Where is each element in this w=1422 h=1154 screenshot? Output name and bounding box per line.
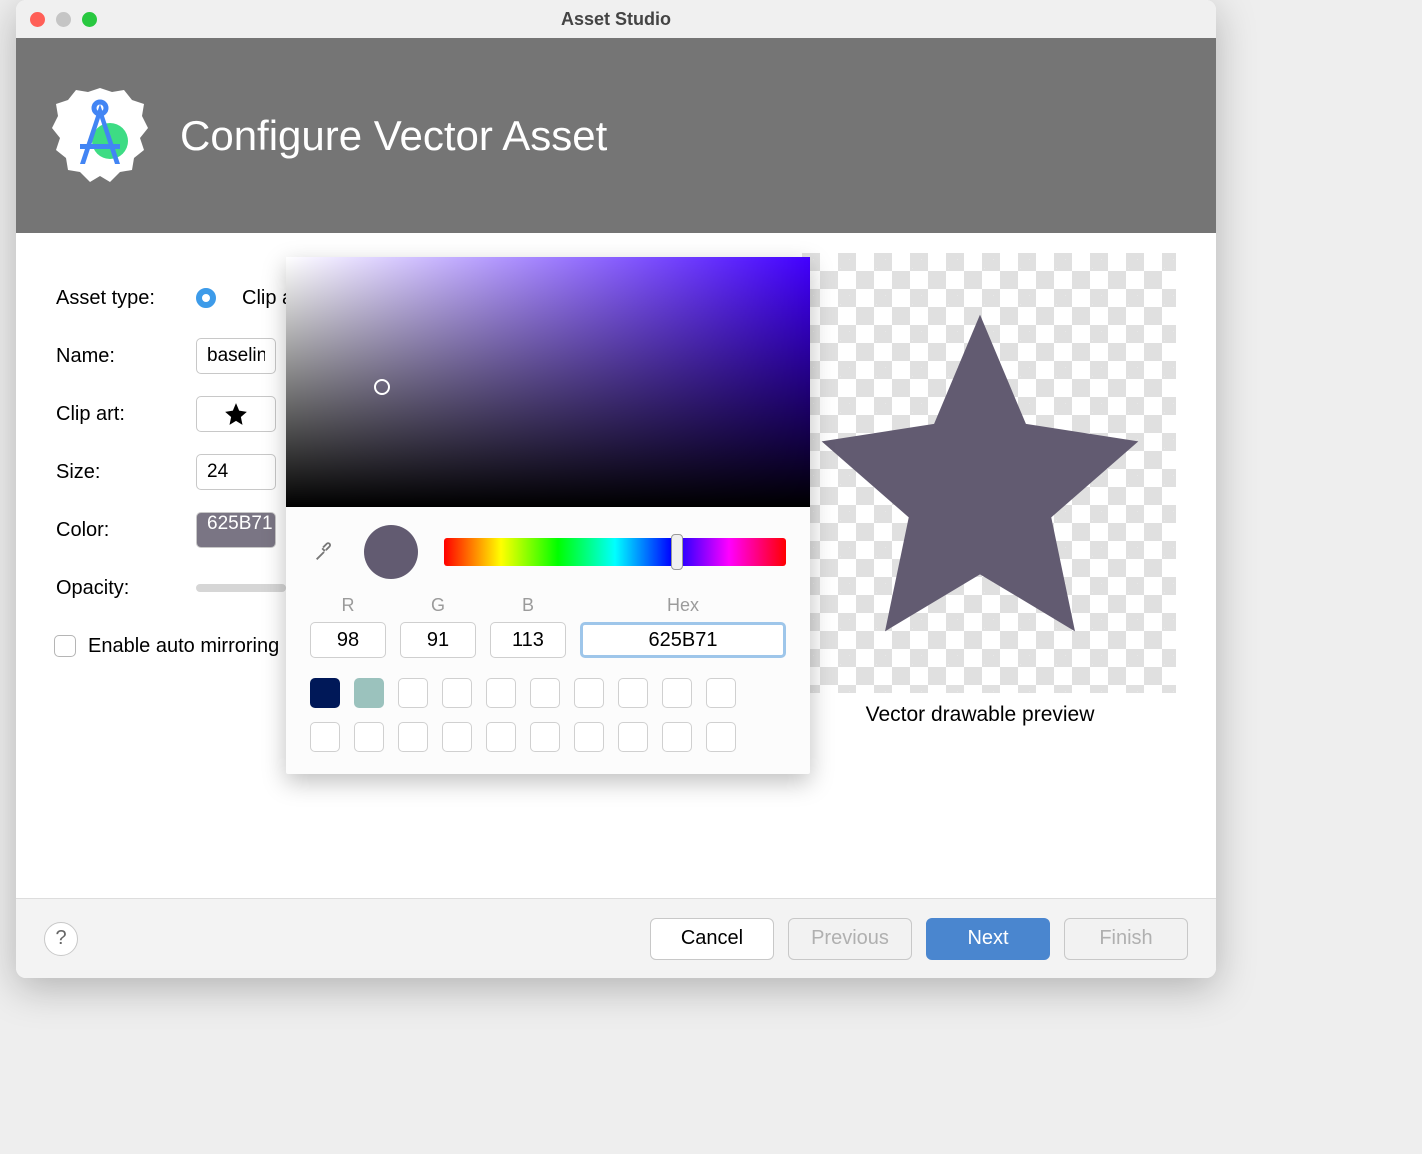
eyedropper-button[interactable] [310,538,338,566]
previous-button[interactable]: Previous [788,918,912,960]
swatch-empty[interactable] [706,678,736,708]
preview-pane: Vector drawable preview [784,253,1176,727]
swatch-empty[interactable] [618,678,648,708]
swatch-empty[interactable] [662,678,692,708]
hex-label: Hex [667,595,699,616]
swatch[interactable] [310,678,340,708]
swatch-empty[interactable] [442,678,472,708]
color-field[interactable]: 625B71 [196,512,276,548]
swatch-empty[interactable] [706,722,736,752]
name-input[interactable] [196,338,276,374]
swatch-empty[interactable] [354,722,384,752]
asset-studio-window: Asset Studio Configure Vector Asset Asse… [16,0,1216,978]
r-label: R [342,595,355,616]
clipart-picker-button[interactable] [196,396,276,432]
swatch[interactable] [354,678,384,708]
wizard-icon [50,86,150,186]
preview-canvas [784,253,1176,693]
swatch-empty[interactable] [442,722,472,752]
help-button[interactable]: ? [44,922,78,956]
window-title: Asset Studio [16,9,1216,30]
next-button[interactable]: Next [926,918,1050,960]
color-label: Color: [56,519,176,542]
opacity-label: Opacity: [56,577,176,600]
swatch-empty[interactable] [618,722,648,752]
swatch-empty[interactable] [398,678,428,708]
hue-slider-thumb[interactable] [671,534,683,570]
banner-title: Configure Vector Asset [180,112,607,160]
finish-button[interactable]: Finish [1064,918,1188,960]
asset-type-clipart-radio[interactable] [196,288,216,308]
current-color-swatch [364,525,418,579]
r-input[interactable] [310,622,386,658]
star-icon [223,401,249,427]
sv-cursor[interactable] [374,379,390,395]
size-width-input[interactable] [196,454,276,490]
cancel-button[interactable]: Cancel [650,918,774,960]
swatch-empty[interactable] [310,722,340,752]
b-input[interactable] [490,622,566,658]
preview-star-icon [790,283,1170,663]
size-label: Size: [56,461,176,484]
footer: ? Cancel Previous Next Finish [16,898,1216,978]
auto-mirror-label: Enable auto mirroring for RTL layout [88,635,278,658]
swatch-empty[interactable] [574,722,604,752]
swatch-grid [286,674,810,774]
opacity-slider[interactable] [196,584,286,592]
swatch-empty[interactable] [530,722,560,752]
color-picker-popover: R G B Hex [286,257,810,774]
saturation-value-area[interactable] [286,257,810,507]
titlebar: Asset Studio [16,0,1216,38]
name-label: Name: [56,345,176,368]
hue-slider[interactable] [444,538,786,566]
g-input[interactable] [400,622,476,658]
swatch-empty[interactable] [530,678,560,708]
clipart-label: Clip art: [56,403,176,426]
banner: Configure Vector Asset [16,38,1216,233]
swatch-empty[interactable] [486,722,516,752]
asset-type-label: Asset type: [56,287,176,310]
swatch-empty[interactable] [486,678,516,708]
swatch-empty[interactable] [398,722,428,752]
hex-input[interactable] [580,622,786,658]
swatch-empty[interactable] [662,722,692,752]
auto-mirror-checkbox[interactable] [54,635,76,657]
swatch-empty[interactable] [574,678,604,708]
eyedropper-icon [313,541,335,563]
b-label: B [522,595,534,616]
g-label: G [431,595,445,616]
preview-caption: Vector drawable preview [784,703,1176,727]
